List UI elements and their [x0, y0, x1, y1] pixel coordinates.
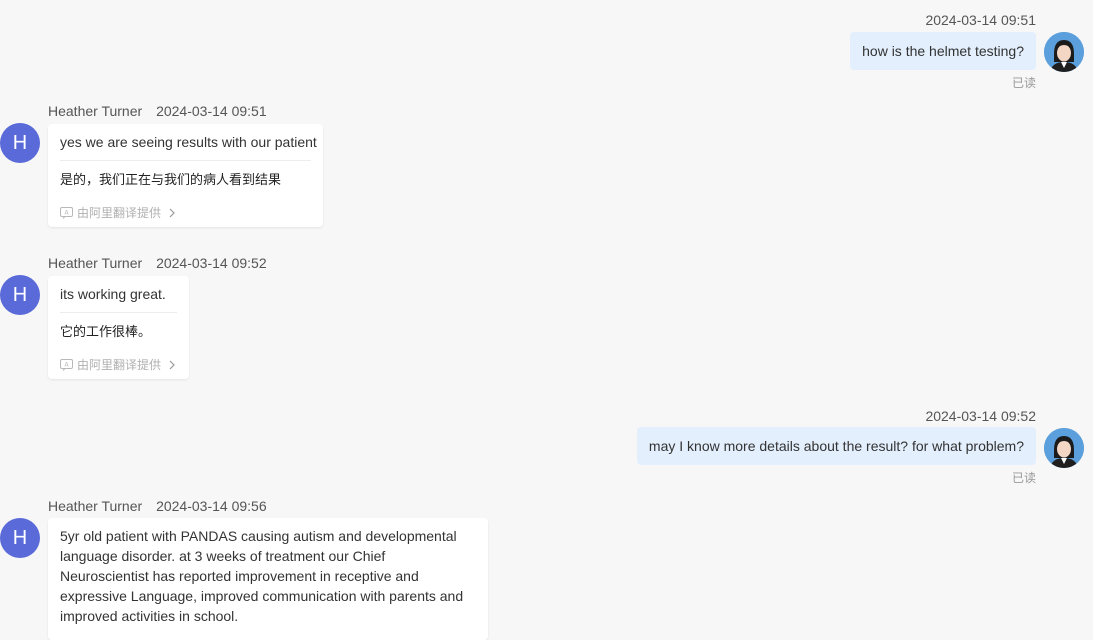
user-photo-icon	[1044, 428, 1084, 468]
message-bubble[interactable]: 5yr old patient with PANDAS causing auti…	[48, 518, 488, 640]
svg-text:A: A	[64, 362, 69, 369]
translation-credit: 由阿里翻译提供	[77, 358, 162, 372]
message-bubble[interactable]: its working great. 它的工作很棒。 A 由阿里翻译提供	[48, 276, 189, 379]
translation-text: 它的工作很棒。	[60, 324, 152, 339]
avatar[interactable]	[1044, 32, 1084, 72]
translation-text: 是的，我们正在与我们的病人看到结果	[60, 172, 282, 187]
message-meta: Heather Turner 2024-03-14 09:56	[48, 498, 267, 514]
read-status: 已读	[1011, 76, 1036, 90]
avatar[interactable]	[1044, 428, 1084, 468]
avatar[interactable]: H	[0, 275, 40, 315]
translate-icon: A	[60, 207, 73, 219]
chevron-right-icon	[169, 208, 175, 218]
message-meta: Heather Turner 2024-03-14 09:51	[48, 103, 267, 119]
message-bubble[interactable]: yes we are seeing results with our patie…	[48, 124, 323, 227]
avatar[interactable]: H	[0, 123, 40, 163]
message-timestamp: 2024-03-14 09:52	[156, 255, 267, 271]
message-text: yes we are seeing results with our patie…	[60, 134, 317, 150]
user-photo-icon	[1044, 32, 1084, 72]
message-bubble[interactable]: how is the helmet testing?	[850, 32, 1036, 70]
chevron-right-icon	[169, 360, 175, 370]
sender-name: Heather Turner	[48, 498, 143, 514]
message-text: its working great.	[60, 286, 166, 302]
message-timestamp: 2024-03-14 09:52	[925, 408, 1036, 424]
translation-credit-link[interactable]: A 由阿里翻译提供	[48, 351, 189, 379]
message-bubble[interactable]: may I know more details about the result…	[636, 427, 1036, 465]
sender-name: Heather Turner	[48, 255, 143, 271]
sender-name: Heather Turner	[48, 103, 143, 119]
message-meta: Heather Turner 2024-03-14 09:52	[48, 255, 267, 271]
message-timestamp: 2024-03-14 09:56	[156, 498, 267, 514]
avatar[interactable]: H	[0, 518, 40, 558]
translation-credit-link[interactable]: A 由阿里翻译提供	[48, 199, 323, 227]
translate-icon: A	[60, 359, 73, 371]
message-timestamp: 2024-03-14 09:51	[925, 12, 1036, 28]
svg-text:A: A	[64, 210, 69, 217]
read-status: 已读	[1011, 471, 1036, 485]
message-timestamp: 2024-03-14 09:51	[156, 103, 267, 119]
translation-credit: 由阿里翻译提供	[77, 206, 162, 220]
